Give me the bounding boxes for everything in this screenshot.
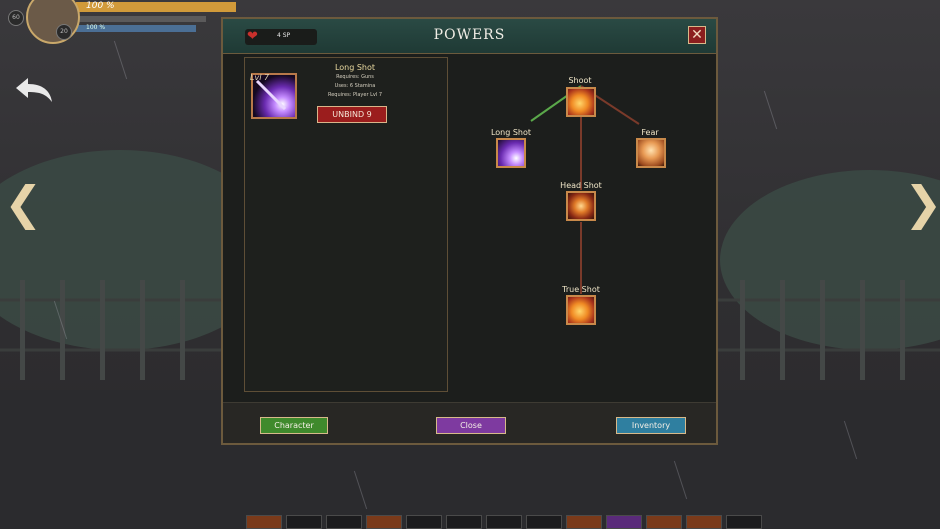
undo-arrow-icon[interactable]: [12, 72, 56, 108]
close-icon[interactable]: ✕: [688, 26, 706, 44]
hotbar-slot[interactable]: [606, 515, 642, 529]
player-hud: 100 % 100 % 60 20: [0, 0, 236, 44]
power-requires-level: Requires: Player Lvl 7: [327, 92, 382, 98]
chevron-right-icon[interactable]: ❯: [904, 180, 940, 226]
head-shot-label: Head Shot: [560, 181, 602, 190]
stamina-bar: [76, 16, 206, 22]
dialog-title: POWERS: [433, 27, 506, 43]
hotbar-slot[interactable]: [486, 515, 522, 529]
character-button[interactable]: Character: [260, 417, 328, 434]
hotbar-slot[interactable]: [286, 515, 322, 529]
level-badge: 20: [56, 24, 72, 40]
hotbar-slot[interactable]: [246, 515, 282, 529]
power-name: Long Shot: [334, 63, 376, 72]
hotbar-slot[interactable]: [406, 515, 442, 529]
powers-dialog: ❤ 4 SP POWERS ✕ Lvl 7 Long Shot Requires…: [221, 17, 718, 445]
power-requires-weapon: Requires: Guns: [336, 74, 374, 80]
fear-label: Fear: [641, 128, 659, 137]
true-shot-label: True Shot: [562, 285, 600, 294]
fear-power-node[interactable]: [636, 138, 666, 168]
level-badge: 60: [8, 10, 24, 26]
long-shot-label: Long Shot: [490, 128, 532, 137]
head-shot-power-node[interactable]: [566, 191, 596, 221]
chevron-left-icon[interactable]: ❮: [4, 180, 43, 226]
hotbar-slot[interactable]: [726, 515, 762, 529]
health-text: 100 %: [86, 1, 115, 11]
hotbar-slot[interactable]: [566, 515, 602, 529]
dialog-header: ❤ 4 SP POWERS ✕: [223, 19, 716, 54]
unbind-button[interactable]: UNBIND 9: [317, 106, 387, 123]
shoot-power-node[interactable]: [566, 87, 596, 117]
close-button[interactable]: Close: [436, 417, 506, 434]
shoot-label: Shoot: [568, 76, 592, 85]
hotbar-slot[interactable]: [446, 515, 482, 529]
true-shot-power-node[interactable]: [566, 295, 596, 325]
hotbar-slot[interactable]: [366, 515, 402, 529]
dialog-footer: Character Close Inventory: [223, 402, 716, 443]
inventory-button[interactable]: Inventory: [616, 417, 686, 434]
power-detail-panel: Lvl 7 Long Shot Requires: Guns Uses: 6 S…: [244, 57, 448, 392]
player-portrait[interactable]: [26, 0, 80, 44]
power-level-label: Lvl 7: [250, 73, 270, 82]
hotbar: [246, 515, 776, 529]
power-uses: Uses: 6 Stamina: [334, 83, 376, 89]
hotbar-slot[interactable]: [686, 515, 722, 529]
hotbar-slot[interactable]: [326, 515, 362, 529]
power-tree: Shoot Long Shot Fear Head Shot True Shot: [449, 54, 716, 403]
hotbar-slot[interactable]: [646, 515, 682, 529]
long-shot-power-node[interactable]: [496, 138, 526, 168]
dialog-body: Lvl 7 Long Shot Requires: Guns Uses: 6 S…: [223, 54, 716, 403]
hotbar-slot[interactable]: [526, 515, 562, 529]
mana-text: 100 %: [86, 24, 106, 31]
